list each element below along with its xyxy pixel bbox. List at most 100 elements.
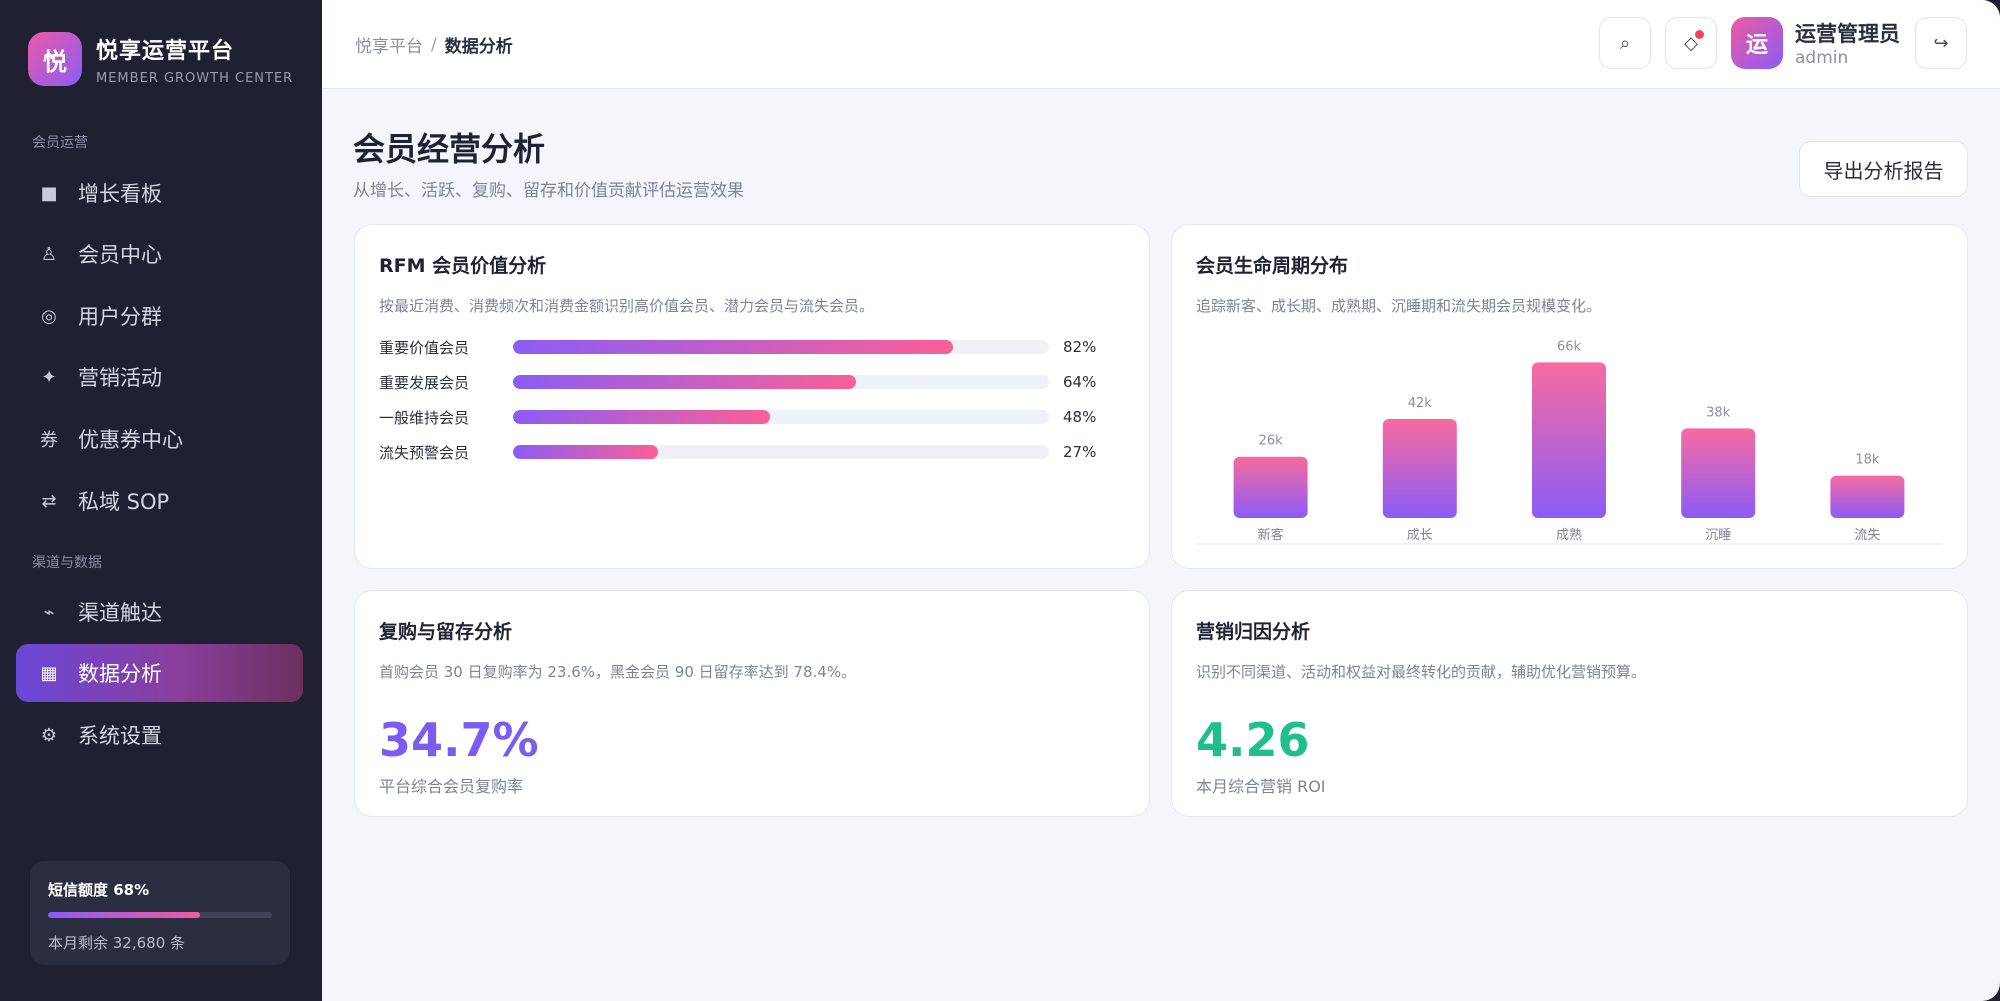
sidebar-item-data-analysis[interactable]: ▦ 数据分析: [16, 644, 303, 702]
rfm-row-label: 重要发展会员: [379, 373, 470, 392]
sidebar-item-segments[interactable]: ◎ 用户分群: [16, 287, 303, 345]
rfm-row-percent: 82%: [1063, 338, 1097, 356]
rfm-row-percent: 27%: [1063, 443, 1097, 461]
user-name: 运营管理员: [1795, 22, 1900, 46]
search-button[interactable]: ⌕: [1599, 17, 1651, 69]
rfm-row-track: [513, 375, 1049, 389]
main-content: 悦享平台 / 数据分析 ⌕ ◇ 运 运营管理员 admin ↪ 会员经营分析 从…: [322, 0, 2000, 1001]
chart-bar: [1233, 456, 1308, 518]
sidebar-item-label: 增长看板: [78, 182, 162, 206]
chart-value-label: 18k: [1855, 453, 1880, 468]
avatar[interactable]: 运: [1731, 17, 1783, 69]
rfm-row-fill: [513, 375, 857, 389]
topbar: 悦享平台 / 数据分析 ⌕ ◇ 运 运营管理员 admin ↪: [322, 0, 2000, 89]
sidebar-item-label: 营销活动: [78, 366, 162, 390]
nav-section-channels-data: 渠道与数据: [32, 555, 102, 571]
sms-quota-card: 短信额度 68% 本月剩余 32,680 条: [30, 861, 290, 965]
rfm-card: RFM 会员价值分析 按最近消费、消费频次和消费金额识别高价值会员、潜力会员与流…: [354, 224, 1150, 569]
sidebar-item-channel-reach[interactable]: ⌁ 渠道触达: [16, 583, 303, 641]
rfm-row: 一般维持会员 48%: [379, 406, 1109, 428]
chart-category-label: 成长: [1407, 528, 1433, 543]
chart-category-label: 沉睡: [1705, 528, 1731, 543]
attribution-card: 营销归因分析 识别不同渠道、活动和权益对最终转化的贡献，辅助优化营销预算。 4.…: [1171, 590, 1968, 817]
person-icon: ♙: [40, 243, 58, 265]
page-subtitle: 从增长、活跃、复购、留存和价值贡献评估运营效果: [353, 181, 744, 201]
rfm-row: 流失预警会员 27%: [379, 441, 1109, 463]
sidebar-item-label: 用户分群: [78, 305, 162, 329]
sidebar-item-label: 数据分析: [78, 662, 162, 686]
chart-value-label: 42k: [1408, 396, 1433, 411]
rfm-row-label: 流失预警会员: [379, 443, 470, 462]
rfm-row: 重要发展会员 64%: [379, 371, 1109, 393]
brand-subtitle: MEMBER GROWTH CENTER: [96, 70, 294, 86]
chart-bar: [1532, 362, 1606, 518]
attribution-desc: 识别不同渠道、活动和权益对最终转化的贡献，辅助优化营销预算。: [1196, 663, 1647, 681]
chart-value-label: 38k: [1706, 405, 1731, 420]
rfm-row-fill: [513, 340, 953, 354]
sms-quota-fill: [48, 912, 201, 918]
sidebar-item-label: 优惠券中心: [78, 428, 183, 452]
logout-button[interactable]: ↪: [1915, 17, 1967, 69]
brand[interactable]: 悦 悦享运营平台 MEMBER GROWTH CENTER: [28, 32, 293, 86]
sidebar-item-label: 会员中心: [78, 243, 162, 267]
brand-logo: 悦: [28, 32, 82, 86]
gear-icon: ⚙: [40, 724, 58, 746]
sms-quota-remaining: 本月剩余 32,680 条: [48, 934, 186, 952]
repurchase-desc: 首购会员 30 日复购率为 23.6%，黑金会员 90 日留存率达到 78.4%…: [379, 663, 857, 681]
page-title: 会员经营分析: [353, 130, 546, 168]
rfm-row-track: [513, 410, 1049, 424]
chart-value-label: 26k: [1259, 434, 1284, 449]
rfm-row: 重要价值会员 82%: [379, 336, 1109, 358]
repurchase-title: 复购与留存分析: [379, 621, 513, 643]
repurchase-rate-label: 平台综合会员复购率: [379, 777, 524, 796]
roi-value: 4.26: [1196, 713, 1310, 767]
rfm-row-track: [513, 340, 1049, 354]
user-role: admin: [1795, 48, 1849, 68]
sidebar-item-campaigns[interactable]: ✦ 营销活动: [16, 348, 303, 406]
app-window: 悦 悦享运营平台 MEMBER GROWTH CENTER 会员运营 ■ 增长看…: [0, 0, 2000, 1001]
rfm-row-label: 重要价值会员: [379, 338, 470, 357]
sidebar: 悦 悦享运营平台 MEMBER GROWTH CENTER 会员运营 ■ 增长看…: [0, 0, 322, 1001]
sidebar-item-growth-board[interactable]: ■ 增长看板: [16, 164, 303, 222]
sms-quota-bar: [48, 912, 272, 918]
sidebar-item-settings[interactable]: ⚙ 系统设置: [16, 706, 303, 764]
chart-category-label: 流失: [1854, 528, 1880, 543]
repurchase-card: 复购与留存分析 首购会员 30 日复购率为 23.6%，黑金会员 90 日留存率…: [354, 590, 1150, 817]
sparkle-icon: ✦: [41, 366, 57, 388]
sidebar-item-label: 系统设置: [78, 724, 162, 748]
search-icon: ⌕: [1619, 32, 1631, 54]
sidebar-item-label: 渠道触达: [78, 601, 162, 625]
nav-section-member-ops: 会员运营: [32, 135, 88, 151]
rfm-row-percent: 64%: [1063, 373, 1097, 391]
brand-title: 悦享运营平台: [96, 38, 235, 64]
sidebar-item-coupons[interactable]: 券 优惠券中心: [16, 410, 303, 468]
chart-category-label: 新客: [1258, 527, 1284, 543]
rfm-row-fill: [513, 410, 771, 424]
sms-quota-title: 短信额度 68%: [48, 881, 150, 899]
rfm-row-fill: [513, 445, 658, 459]
target-icon: ◎: [41, 305, 57, 327]
coupon-icon: 券: [40, 430, 58, 451]
chart-icon: ▦: [40, 662, 58, 684]
lifecycle-desc: 追踪新客、成长期、成熟期、沉睡期和流失期会员规模变化。: [1196, 297, 1602, 315]
breadcrumb: 悦享平台 / 数据分析: [355, 32, 513, 58]
export-report-button[interactable]: 导出分析报告: [1799, 141, 1968, 197]
sidebar-item-member-center[interactable]: ♙ 会员中心: [16, 225, 303, 283]
rfm-title: RFM 会员价值分析: [379, 255, 547, 277]
lifecycle-bar-chart: 26k 新客 42k 成长 66k 成熟 38k 沉睡 18k 流失: [1196, 335, 1942, 545]
notification-button[interactable]: ◇: [1665, 17, 1717, 69]
roi-label: 本月综合营销 ROI: [1196, 777, 1326, 796]
rfm-row-label: 一般维持会员: [379, 408, 470, 427]
square-icon: ■: [40, 182, 58, 204]
chart-bar: [1382, 419, 1457, 518]
chart-bar: [1830, 475, 1905, 518]
rfm-row-track: [513, 445, 1049, 459]
rfm-desc: 按最近消费、消费频次和消费金额识别高价值会员、潜力会员与流失会员。: [379, 297, 875, 315]
chart-category-label: 成熟: [1556, 527, 1582, 543]
exchange-icon: ⇄: [41, 490, 57, 512]
breadcrumb-root[interactable]: 悦享平台: [355, 32, 423, 57]
sidebar-item-private-sop[interactable]: ⇄ 私域 SOP: [16, 472, 303, 530]
breadcrumb-separator: /: [431, 34, 437, 55]
lifecycle-title: 会员生命周期分布: [1196, 255, 1349, 277]
breadcrumb-current: 数据分析: [444, 37, 513, 57]
